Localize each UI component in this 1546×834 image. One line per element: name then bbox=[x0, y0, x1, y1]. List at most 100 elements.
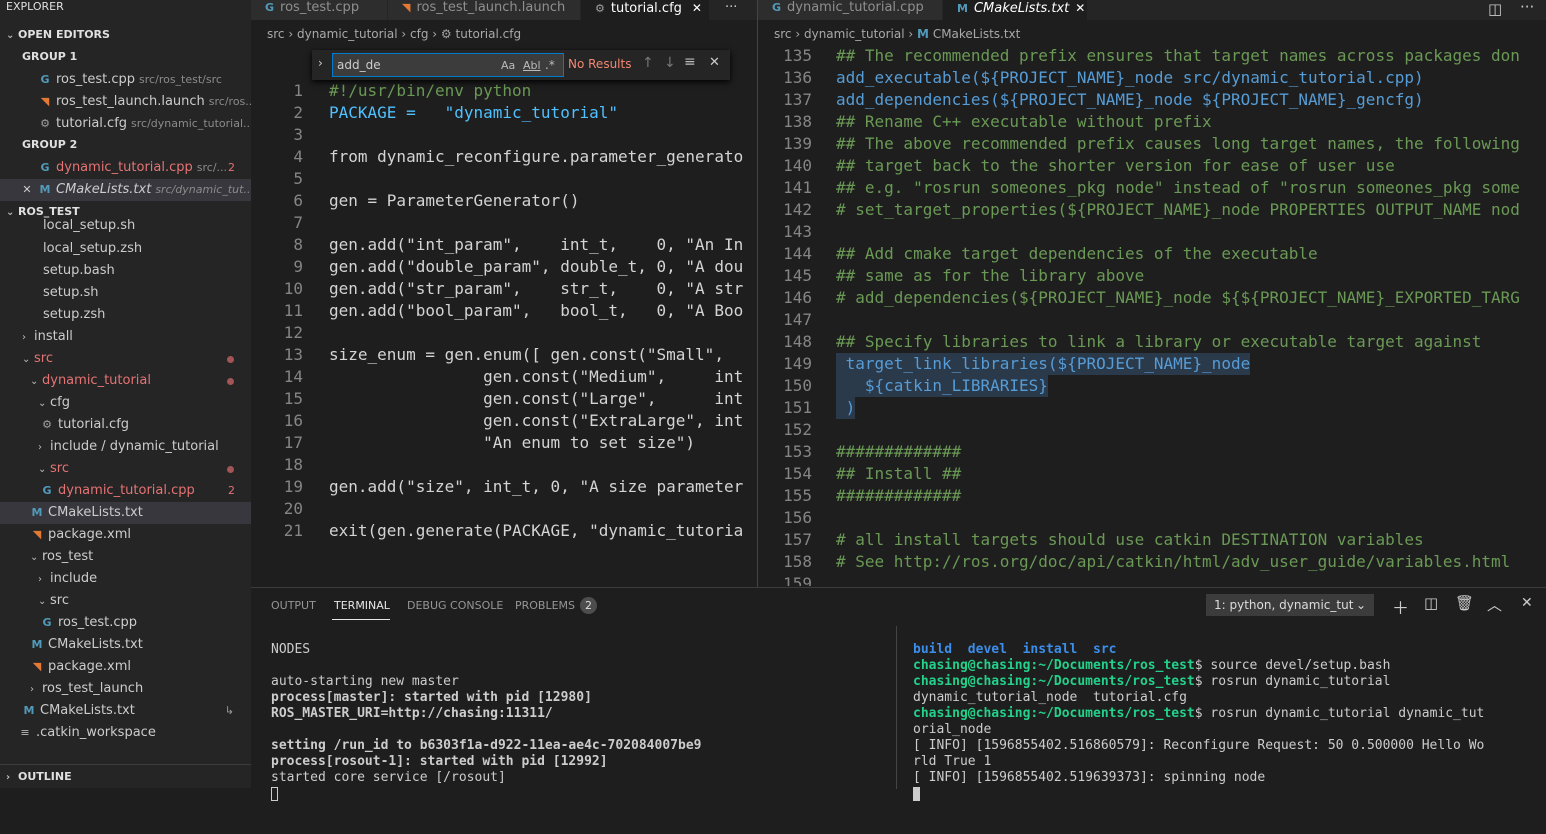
close-icon[interactable]: ✕ bbox=[709, 55, 720, 70]
tab-ros-test-cpp[interactable]: Gros_test.cpp bbox=[251, 0, 387, 20]
breadcrumb-item[interactable]: cfg bbox=[410, 27, 428, 41]
close-icon[interactable]: ✕ bbox=[1075, 1, 1085, 15]
cmake-file-icon: M bbox=[957, 2, 968, 15]
file-item[interactable]: ◥ package.xml bbox=[0, 656, 251, 678]
file-item-selected[interactable]: M CMakeLists.txt bbox=[0, 502, 251, 524]
close-icon[interactable]: ✕ bbox=[1521, 595, 1533, 611]
folder-item[interactable]: › ros_test_launch bbox=[0, 678, 251, 700]
line-number: 145 bbox=[783, 266, 812, 285]
terminal-left[interactable]: NODES auto-starting new master process[mas… bbox=[271, 626, 701, 834]
open-editor-item[interactable]: Gros_test.cpp src/ros_test/src bbox=[0, 69, 251, 91]
open-editor-item[interactable]: Gdynamic_tutorial.cpp src/... 2 bbox=[0, 157, 251, 179]
chevron-right-icon[interactable]: › bbox=[318, 56, 323, 70]
terminal-line: dynamic_tutorial_node tutorial.cfg bbox=[913, 690, 1187, 705]
file-item[interactable]: ◥ package.xml bbox=[0, 524, 251, 546]
file-item[interactable]: ⚙ tutorial.cfg bbox=[0, 414, 251, 436]
folder-item[interactable]: ⌄ ros_test bbox=[0, 546, 251, 568]
arrow-down-icon[interactable]: ↓ bbox=[664, 55, 676, 71]
close-icon[interactable]: ✕ bbox=[20, 179, 34, 201]
code-line: ## target back to the shorter version fo… bbox=[836, 156, 1395, 175]
folder-item[interactable]: › include bbox=[0, 568, 251, 590]
cpp-file-icon: G bbox=[265, 1, 275, 14]
lines-file-icon: ≡ bbox=[20, 726, 30, 739]
line-number: 157 bbox=[783, 530, 812, 549]
line-number: 20 bbox=[283, 499, 303, 518]
terminal-split-divider[interactable] bbox=[896, 626, 897, 789]
tab-tutorial-cfg[interactable]: ⚙ tutorial.cfg ✕ bbox=[581, 0, 709, 20]
line-number: 4 bbox=[293, 147, 303, 166]
split-editor-icon[interactable]: ◫ bbox=[1488, 0, 1502, 18]
chevron-up-icon[interactable]: ︿ bbox=[1487, 594, 1502, 615]
folder-item[interactable]: ⌄ src bbox=[0, 590, 251, 612]
code-line: target_link_libraries(${PROJECT_NAME}_no… bbox=[836, 353, 1251, 375]
tab-ros-test-launch[interactable]: ◥ ros_test_launch.launch bbox=[388, 0, 580, 20]
open-editor-item[interactable]: ◥ros_test_launch.launchsrc/ros... bbox=[0, 91, 251, 113]
chevron-right-icon: › bbox=[38, 442, 42, 453]
line-number: 159 bbox=[783, 574, 812, 586]
breadcrumb-item[interactable]: src bbox=[774, 27, 792, 41]
file-item[interactable]: setup.sh bbox=[0, 282, 251, 304]
line-number: 137 bbox=[783, 90, 812, 109]
terminal-line: setting /run_id to b6303f1a-d922-11ea-ae… bbox=[271, 738, 702, 753]
arrow-up-icon[interactable]: ↑ bbox=[642, 55, 654, 71]
file-item[interactable]: M CMakeLists.txt bbox=[0, 634, 251, 656]
breadcrumb-item[interactable]: dynamic_tutorial bbox=[297, 27, 398, 41]
more-actions-icon[interactable]: ··· bbox=[1520, 0, 1534, 16]
breadcrumb-item[interactable]: dynamic_tutorial bbox=[804, 27, 905, 41]
file-item[interactable]: Gros_test.cpp bbox=[0, 612, 251, 634]
breadcrumb-item[interactable]: CMakeLists.txt bbox=[933, 27, 1021, 41]
file-item[interactable]: M CMakeLists.txt ↳ bbox=[0, 700, 251, 722]
folder-item[interactable]: › install bbox=[0, 326, 251, 348]
breadcrumb-item[interactable]: src bbox=[267, 27, 285, 41]
tab-output[interactable]: OUTPUT bbox=[271, 599, 316, 612]
tab-dynamic-tutorial-cpp[interactable]: Gdynamic_tutorial.cpp bbox=[758, 0, 942, 20]
trash-icon[interactable]: 🗑 bbox=[1455, 594, 1474, 612]
terminal-select[interactable]: 1: python, dynamic_tut ⌄ bbox=[1206, 594, 1374, 616]
outline-header[interactable]: › OUTLINE bbox=[0, 766, 251, 788]
code-line: # set_target_properties(${PROJECT_NAME}_… bbox=[836, 200, 1520, 219]
line-number: 148 bbox=[783, 332, 812, 351]
line-number: 16 bbox=[283, 411, 303, 430]
terminal-prompt: chasing@chasing:~/Documents/ros_test bbox=[913, 674, 1195, 689]
open-editor-item[interactable]: ⚙ tutorial.cfg src/dynamic_tutorial... bbox=[0, 113, 251, 135]
terminal-line: process[rosout-1]: started with pid [129… bbox=[271, 754, 608, 769]
folder-item[interactable]: ⌄ src bbox=[0, 458, 251, 480]
folder-item[interactable]: ⌄ cfg bbox=[0, 392, 251, 414]
launch-file-icon: ◥ bbox=[402, 1, 411, 14]
line-number: 149 bbox=[783, 354, 812, 373]
code-line: gen.const("Large", int bbox=[329, 389, 744, 408]
match-case-toggle[interactable]: Aa bbox=[501, 59, 515, 72]
folder-item[interactable]: › include / dynamic_tutorial bbox=[0, 436, 251, 458]
terminal-right[interactable]: build devel install src chasing@chasing:~… bbox=[913, 626, 1484, 834]
terminal-line: build devel install src bbox=[913, 642, 1117, 657]
breadcrumb-item[interactable]: tutorial.cfg bbox=[456, 27, 522, 41]
folder-item[interactable]: ⌄ dynamic_tutorial bbox=[0, 370, 251, 392]
tab-debug-console[interactable]: DEBUG CONSOLE bbox=[407, 599, 503, 612]
find-input[interactable]: add_de Aa Abl .* bbox=[332, 53, 564, 77]
open-editor-item-active[interactable]: ✕ M CMakeLists.txt src/dynamic_tut... bbox=[0, 179, 251, 201]
terminal-line: orial_node bbox=[913, 722, 992, 737]
split-terminal-icon[interactable]: ◫ bbox=[1424, 594, 1438, 612]
file-item[interactable]: local_setup.sh bbox=[0, 216, 251, 233]
file-item[interactable]: Gdynamic_tutorial.cpp 2 bbox=[0, 480, 251, 502]
whole-word-toggle[interactable]: Abl bbox=[523, 59, 541, 72]
open-editors-header[interactable]: ⌄ OPEN EDITORS bbox=[0, 24, 251, 46]
line-number: 152 bbox=[783, 420, 812, 439]
file-item[interactable]: setup.zsh bbox=[0, 304, 251, 326]
right-code-editor[interactable]: 135 ## The recommended prefix ensures tha… bbox=[758, 45, 1546, 586]
close-icon[interactable]: ✕ bbox=[692, 1, 702, 15]
regex-toggle[interactable]: .* bbox=[545, 58, 555, 72]
file-item[interactable]: ≡ .catkin_workspace bbox=[0, 722, 251, 744]
line-number: 18 bbox=[283, 455, 303, 474]
tab-terminal[interactable]: TERMINAL bbox=[334, 599, 390, 612]
tab-problems[interactable]: PROBLEMS bbox=[515, 599, 575, 612]
plus-icon[interactable]: ＋ bbox=[1392, 594, 1409, 619]
folder-item[interactable]: ⌄ src bbox=[0, 348, 251, 370]
file-item[interactable]: setup.bash bbox=[0, 260, 251, 282]
more-actions-button[interactable]: ··· bbox=[709, 0, 757, 20]
selection-icon[interactable]: ≡ bbox=[684, 54, 696, 70]
file-item[interactable]: local_setup.zsh bbox=[0, 238, 251, 260]
tab-cmakelists[interactable]: M CMakeLists.txt ✕ bbox=[943, 0, 1087, 20]
problems-count-badge: 2 bbox=[580, 597, 597, 614]
left-code-editor[interactable]: 1 #!/usr/bin/env python 2 PACKAGE = "dynami… bbox=[251, 80, 757, 586]
